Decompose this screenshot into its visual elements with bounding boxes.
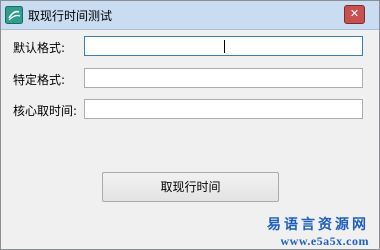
specific-format-label: 特定格式: [13, 73, 66, 87]
title-bar[interactable]: 取现行时间测试 ✕ [1, 1, 379, 30]
watermark: 易语言资源网 www.e5a5x.com [267, 214, 369, 249]
app-icon [5, 6, 23, 24]
default-format-label: 默认格式: [13, 41, 66, 55]
window-title: 取现行时间测试 [28, 9, 113, 23]
close-icon: ✕ [349, 7, 360, 20]
close-button[interactable]: ✕ [344, 5, 365, 24]
text-caret [224, 40, 225, 53]
get-current-time-button[interactable]: 取现行时间 [102, 172, 279, 202]
core-time-field[interactable] [84, 99, 363, 119]
watermark-url: www.e5a5x.com [280, 234, 369, 248]
watermark-name: 易语言资源网 [267, 218, 369, 233]
specific-format-field[interactable] [84, 68, 363, 88]
core-time-label: 核心取时间: [13, 104, 78, 118]
app-window: 取现行时间测试 ✕ 默认格式: 特定格式: 核心取时间: 取现行时间 易语言资源… [0, 0, 380, 250]
default-format-field[interactable] [84, 36, 363, 56]
